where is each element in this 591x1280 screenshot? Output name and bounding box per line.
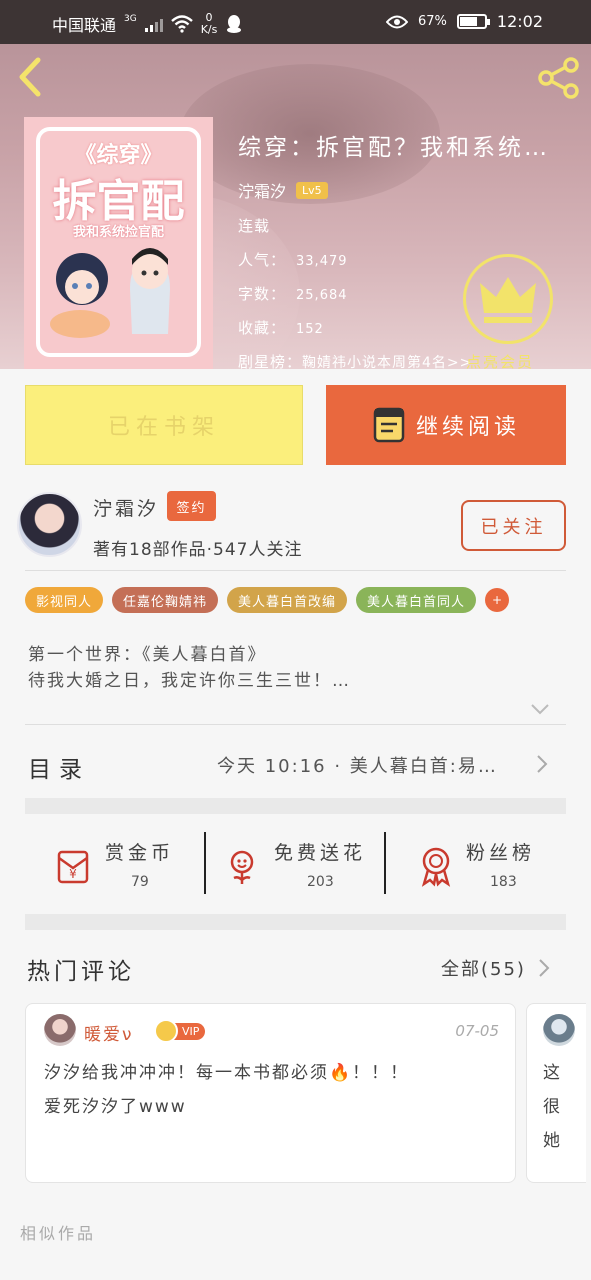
svg-text:¥: ¥ — [69, 867, 77, 881]
intro-line: 待我大婚之日，我定许你三生三世！… — [28, 671, 351, 691]
eye-icon — [385, 15, 408, 28]
vip-badge: VIP — [154, 1019, 206, 1043]
author-stats: 著有18部作品·547人关注 — [93, 540, 303, 560]
book-header: 《综穿》 拆官配 我和系统捡官配 综穿：拆官配？我和系统… 泞霜汐 Lv5 连载… — [0, 44, 591, 369]
commenter-avatar[interactable] — [44, 1014, 76, 1046]
support-title: 粉丝榜 — [466, 842, 536, 864]
section-separator — [25, 798, 566, 814]
red-envelope-icon: ¥ — [57, 850, 89, 884]
support-title: 免费送花 — [274, 842, 367, 864]
net-speed: 0 K/s — [200, 11, 218, 36]
divider — [25, 570, 566, 571]
comment-card[interactable]: 这 很 她 — [526, 1003, 586, 1183]
book-status: 连载 — [238, 217, 271, 235]
support-count: 203 — [307, 874, 334, 890]
flower-icon — [230, 850, 254, 884]
comment-text: 这 很 她 — [543, 1063, 560, 1151]
back-icon[interactable] — [14, 56, 48, 98]
hot-comments-title: 热门评论 — [27, 959, 135, 985]
continue-reading-label: 继续阅读 — [415, 415, 520, 440]
signal-icon — [144, 16, 163, 32]
book-author[interactable]: 泞霜汐 — [238, 178, 286, 202]
support-count: 79 — [131, 874, 149, 890]
share-icon[interactable] — [537, 56, 581, 100]
carrier-label: 中国联通 — [52, 16, 117, 35]
tag-list: 影视同人 任嘉伦鞠婧祎 美人暮白首改编 美人暮白首同人 + — [25, 587, 510, 613]
network-type: 3G — [124, 14, 137, 24]
wifi-icon — [170, 15, 193, 33]
tag-chip[interactable]: 美人暮白首改编 — [227, 587, 348, 613]
vip-label[interactable]: 点亮会员 — [466, 351, 534, 369]
intro-line: 第一个世界：《美人暮白首》 — [28, 645, 267, 665]
cover-text-main: 拆官配 — [52, 176, 185, 227]
fans-ranking-button[interactable]: 粉丝榜 183 — [414, 834, 554, 894]
crown-icon — [480, 277, 536, 323]
follow-button[interactable]: 已关注 — [461, 500, 566, 551]
similar-works-title: 相似作品 — [20, 1224, 97, 1243]
divider — [384, 832, 386, 894]
author-level-badge: Lv5 — [296, 181, 328, 199]
qq-icon — [227, 15, 242, 33]
medal-icon — [421, 847, 451, 887]
divider — [204, 832, 206, 894]
crown-icon — [154, 1019, 178, 1043]
comment-card[interactable]: 暖爱ν VIP 07-05 汐汐给我冲冲冲！每一本书都必须🔥！！！ 爱死汐汐了w… — [25, 1003, 516, 1183]
expand-chevron-icon[interactable] — [530, 702, 550, 716]
latest-chapter[interactable]: 今天 10:16 · 美人暮白首:易… — [217, 752, 522, 778]
battery-icon — [456, 14, 490, 29]
tag-chip[interactable]: 美人暮白首同人 — [356, 587, 477, 613]
reward-coins-button[interactable]: ¥ 赏金币 79 — [53, 834, 193, 894]
clock: 12:02 — [496, 12, 543, 31]
support-count: 183 — [490, 874, 517, 890]
in-bookshelf-button[interactable]: 已在书架 — [25, 385, 303, 465]
tag-chip[interactable]: 影视同人 — [25, 587, 104, 613]
all-comments-link[interactable]: 全部(55) — [441, 955, 526, 981]
book-title: 综穿：拆官配？我和系统… — [238, 135, 550, 161]
status-bar: 中国联通 3G 0 K/s 67% 12:02 — [0, 0, 591, 44]
tag-chip[interactable]: 任嘉伦鞠婧祎 — [112, 587, 219, 613]
comment-text: 汐汐给我冲冲冲！每一本书都必须🔥！！！ 爱死汐汐了www — [44, 1063, 410, 1117]
vip-crown-button[interactable] — [463, 254, 553, 344]
more-tags-button[interactable]: + — [485, 588, 510, 612]
continue-reading-button[interactable]: 继续阅读 — [326, 385, 566, 465]
section-separator — [25, 914, 566, 930]
book-icon — [373, 407, 405, 443]
comment-date: 07-05 — [455, 1022, 499, 1040]
divider — [25, 724, 566, 725]
send-flower-button[interactable]: 免费送花 203 — [222, 834, 372, 894]
commenter-name[interactable]: 暖爱ν — [84, 1020, 134, 1045]
author-name[interactable]: 泞霜汐 — [93, 494, 159, 521]
book-cover[interactable]: 《综穿》 拆官配 我和系统捡官配 — [24, 117, 213, 369]
commenter-avatar[interactable] — [543, 1014, 575, 1046]
chevron-right-icon[interactable] — [538, 958, 550, 978]
support-title: 赏金币 — [105, 842, 175, 864]
book-intro[interactable]: 第一个世界：《美人暮白首》 待我大婚之日，我定许你三生三世！… — [28, 642, 548, 694]
chevron-right-icon[interactable] — [536, 754, 548, 774]
signed-badge: 签约 — [167, 491, 216, 521]
cover-illustration — [50, 248, 170, 338]
catalog-label[interactable]: 目录 — [28, 750, 90, 784]
author-avatar[interactable] — [17, 492, 82, 557]
battery-percent: 67% — [417, 14, 447, 29]
